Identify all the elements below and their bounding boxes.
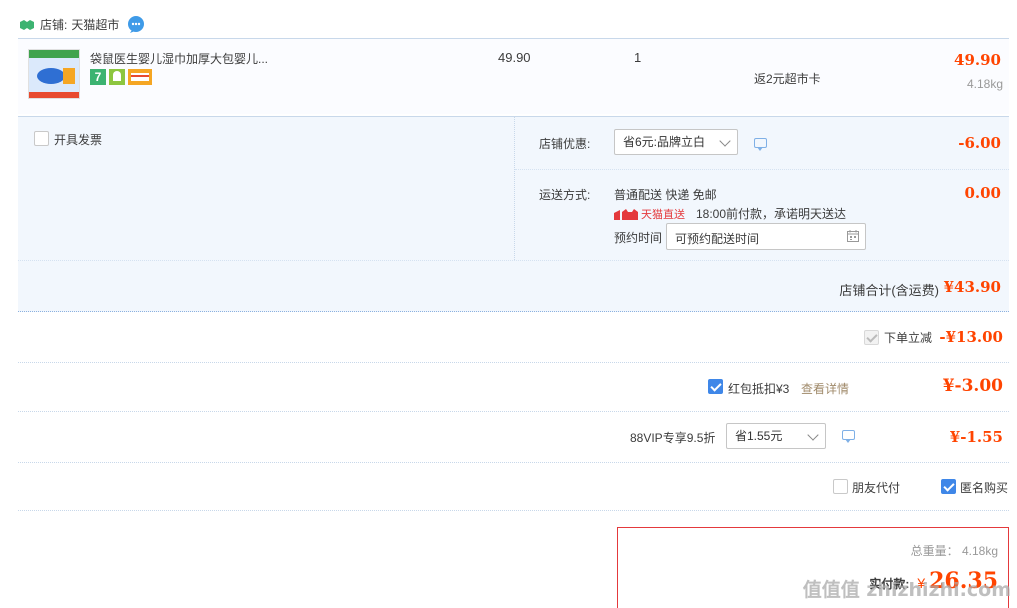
red-packet-amount: ¥-3.00 bbox=[942, 376, 1003, 396]
schedule-input[interactable]: 可预约配送时间 bbox=[666, 223, 866, 250]
panel-divider bbox=[514, 117, 515, 260]
android-badge-icon bbox=[109, 69, 125, 85]
amount-paid: 实付款: ¥ 26.35 bbox=[869, 568, 998, 594]
vip-amount: ¥-1.55 bbox=[949, 428, 1003, 446]
product-thumbnail[interactable] bbox=[28, 49, 80, 99]
tmall-direct-badge: 天猫直送 bbox=[614, 206, 685, 222]
discount-select-value: 省6元:品牌立白 bbox=[623, 135, 706, 149]
unit-price: 49.90 bbox=[498, 50, 531, 65]
product-title[interactable]: 袋鼠医生婴儿湿巾加厚大包婴儿... bbox=[90, 50, 268, 67]
vip-select[interactable]: 省1.55元 bbox=[726, 423, 826, 449]
item-promo: 返2元超市卡 bbox=[754, 72, 821, 86]
discount-select[interactable]: 省6元:品牌立白 bbox=[614, 129, 738, 155]
instant-discount-checkbox bbox=[864, 330, 879, 345]
tmall-shop-icon bbox=[20, 19, 34, 30]
product-badges: 7 bbox=[90, 69, 152, 85]
card-badge-icon bbox=[128, 69, 152, 85]
shipping-amount: 0.00 bbox=[964, 184, 1001, 202]
discount-shipping-separator bbox=[515, 169, 1009, 170]
shop-total-separator bbox=[18, 260, 1009, 261]
schedule-label: 预约时间 bbox=[614, 231, 663, 245]
item-weight: 4.18kg bbox=[966, 77, 1003, 91]
currency-symbol: ¥ bbox=[917, 575, 926, 591]
vip-label: 88VIP专享9.5折 bbox=[630, 431, 716, 445]
shipping-label: 运送方式: bbox=[539, 188, 591, 202]
shop-label: 店铺: bbox=[40, 17, 68, 32]
payment-summary-box: 总重量： 4.18kg 实付款: ¥ 26.35 bbox=[617, 527, 1009, 608]
vip-select-value: 省1.55元 bbox=[735, 429, 783, 443]
calendar-icon[interactable] bbox=[847, 230, 859, 242]
chat-bubble-icon[interactable] bbox=[127, 15, 145, 33]
chevron-down-icon bbox=[719, 135, 731, 147]
row-separator bbox=[18, 510, 1009, 511]
row-separator bbox=[18, 462, 1009, 463]
discount-label: 店铺优惠: bbox=[539, 137, 591, 151]
friend-pay-checkbox[interactable] bbox=[833, 479, 848, 494]
anonymous-purchase-label: 匿名购买 bbox=[960, 481, 1009, 495]
invoice-label: 开具发票 bbox=[54, 133, 103, 147]
total-weight-label: 总重量： bbox=[910, 544, 959, 558]
invoice-checkbox[interactable] bbox=[34, 131, 49, 146]
shop-header: 店铺: 天猫超市 bbox=[20, 14, 145, 34]
delivery-promise: 18:00前付款，承诺明天送达 bbox=[696, 207, 847, 221]
shop-total-amount: ¥43.90 bbox=[943, 278, 1001, 296]
schedule-input-placeholder: 可预约配送时间 bbox=[675, 232, 760, 246]
amount-paid-value: 26.35 bbox=[929, 568, 998, 594]
anonymous-purchase-checkbox[interactable] bbox=[941, 479, 956, 494]
message-icon[interactable] bbox=[754, 138, 767, 151]
order-options-panel: 开具发票 店铺优惠: 省6元:品牌立白 -6.00 运送方式: 普通配送 快递 … bbox=[18, 116, 1009, 312]
instant-discount-amount: -¥13.00 bbox=[939, 328, 1003, 346]
instant-discount-label: 下单立减 bbox=[884, 331, 933, 345]
item-subtotal: 49.90 bbox=[954, 51, 1001, 69]
tmall-logo-icon bbox=[614, 208, 638, 220]
tmall-direct-text: 天猫直送 bbox=[641, 209, 685, 221]
shop-name[interactable]: 天猫超市 bbox=[71, 16, 119, 33]
seven-day-return-icon: 7 bbox=[90, 69, 106, 85]
quantity: 1 bbox=[634, 50, 642, 65]
total-weight-value: 4.18kg bbox=[961, 544, 998, 558]
friend-pay-label: 朋友代付 bbox=[852, 481, 901, 495]
shop-total-label: 店铺合计(含运费) bbox=[839, 283, 939, 298]
amount-paid-label: 实付款: bbox=[869, 577, 910, 591]
red-packet-details-link[interactable]: 查看详情 bbox=[801, 380, 849, 397]
message-icon[interactable] bbox=[842, 430, 855, 443]
total-weight: 总重量： 4.18kg bbox=[911, 542, 998, 559]
red-packet-checkbox[interactable] bbox=[708, 379, 723, 394]
shipping-method: 普通配送 快递 免邮 bbox=[614, 188, 717, 202]
discount-amount: -6.00 bbox=[958, 134, 1001, 152]
row-separator bbox=[18, 411, 1009, 412]
item-row: 袋鼠医生婴儿湿巾加厚大包婴儿... 7 49.90 1 返2元超市卡 49.90… bbox=[18, 38, 1009, 114]
chevron-down-icon bbox=[807, 429, 819, 441]
row-separator bbox=[18, 362, 1009, 363]
red-packet-label: 红包抵扣¥3 bbox=[728, 382, 790, 396]
